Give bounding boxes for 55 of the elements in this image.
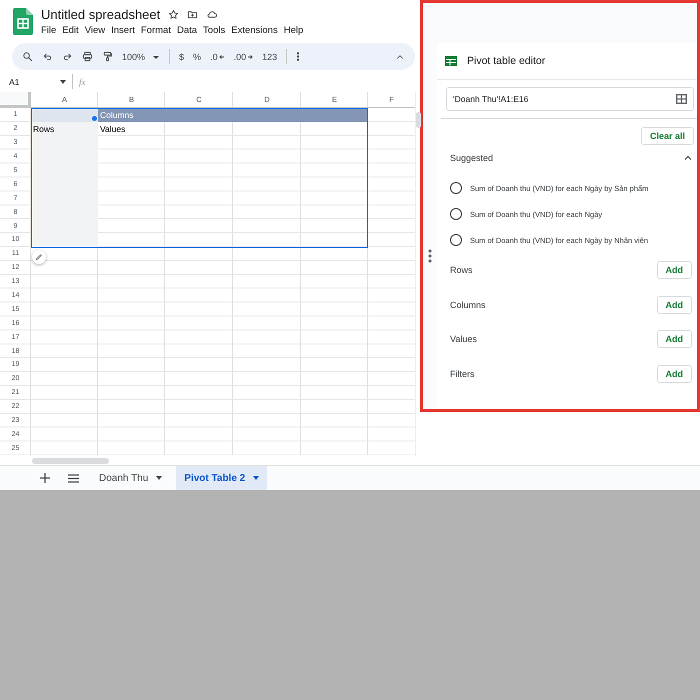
radio-button[interactable]	[450, 234, 462, 246]
menu-item[interactable]: File	[41, 24, 56, 36]
panel-title: Pivot table editor	[467, 55, 546, 67]
arrow-right-icon	[247, 54, 254, 60]
increase-decimals-button[interactable]: .00	[234, 52, 254, 62]
caret-icon[interactable]	[684, 154, 692, 162]
sheet-tab[interactable]: Pivot Table 2	[176, 466, 268, 490]
data-range-field[interactable]: 'Doanh Thu'!A1:E16	[446, 87, 694, 111]
arrow-left-icon	[218, 54, 225, 60]
add-button[interactable]: Add	[656, 261, 692, 280]
grid-select-icon[interactable]	[676, 94, 687, 104]
table-cell	[31, 108, 98, 122]
percent-button[interactable]: %	[193, 52, 202, 62]
section-label: Suggested	[450, 153, 494, 163]
table-icon	[445, 56, 457, 66]
zoom-dropdown[interactable]: 100%	[122, 52, 160, 62]
table-cell-text: Values	[99, 122, 126, 136]
cell-reference[interactable]: A1	[9, 76, 54, 86]
radio-button[interactable]	[450, 182, 462, 194]
currency-button[interactable]: $	[179, 52, 184, 62]
selection-handle[interactable]	[92, 116, 97, 121]
scrollbar-thumb[interactable]	[32, 458, 109, 464]
add-button[interactable]: Add	[656, 330, 692, 348]
menu-item[interactable]: Edit	[62, 24, 79, 36]
formula-label: fx	[79, 76, 86, 86]
section-label: Filters	[450, 368, 474, 379]
caret-icon	[156, 476, 162, 480]
table-cell	[31, 233, 98, 247]
table-cell	[301, 108, 368, 122]
menu-item[interactable]: Tools	[203, 24, 226, 36]
section-label: Columns	[450, 300, 486, 310]
menu-item[interactable]: Insert	[111, 24, 135, 36]
scrollbar-thumb[interactable]	[416, 112, 421, 128]
clear-all-button[interactable]: Clear all	[640, 127, 694, 145]
number-format-button[interactable]: 123	[262, 52, 278, 62]
sheet-tab[interactable]: Doanh Thu	[91, 466, 170, 490]
decrease-decimals-button[interactable]: .0	[210, 52, 225, 62]
menu-item[interactable]: Extensions	[231, 24, 278, 36]
section-label: Rows	[450, 265, 473, 276]
menu-item[interactable]: Help	[284, 24, 304, 36]
menu-item[interactable]: Format	[140, 24, 171, 36]
menu-item[interactable]: Data	[176, 24, 198, 36]
drag-handle-icon[interactable]	[428, 249, 432, 263]
caret-icon	[253, 476, 260, 480]
menu-item[interactable]: View	[84, 24, 106, 36]
add-button[interactable]: Add	[656, 296, 692, 314]
section-label: Values	[450, 334, 477, 344]
add-button[interactable]: Add	[656, 364, 692, 383]
spreadsheet-logo[interactable]	[13, 8, 33, 34]
table-cell: Columns	[98, 108, 165, 122]
radio-button[interactable]	[450, 208, 462, 220]
table-cell: Rows	[31, 122, 98, 136]
document-title[interactable]: Untitled spreadsheet	[41, 6, 160, 22]
pencil-icon	[35, 253, 43, 261]
caret-icon[interactable]	[60, 80, 66, 84]
